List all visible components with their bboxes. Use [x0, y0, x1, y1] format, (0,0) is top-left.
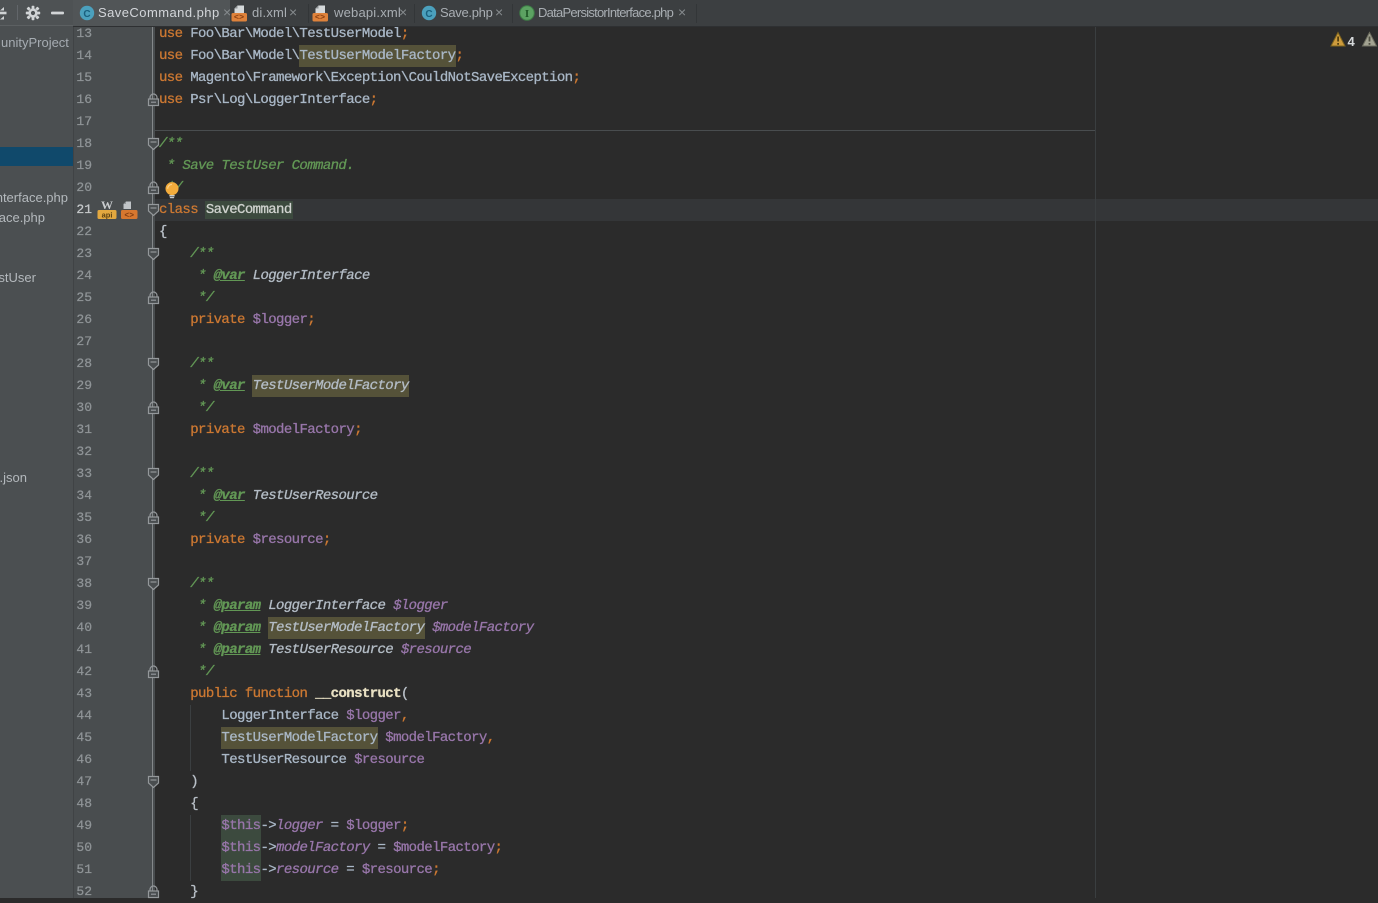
svg-text:api: api — [102, 210, 113, 219]
svg-text:<>: <> — [315, 13, 325, 23]
svg-text:C: C — [425, 9, 432, 20]
svg-text:<>: <> — [124, 211, 134, 220]
svg-text:4: 4 — [1348, 34, 1356, 49]
svg-text:<>: <> — [234, 13, 244, 23]
svg-text:I: I — [525, 8, 529, 20]
svg-text:C: C — [83, 9, 90, 20]
